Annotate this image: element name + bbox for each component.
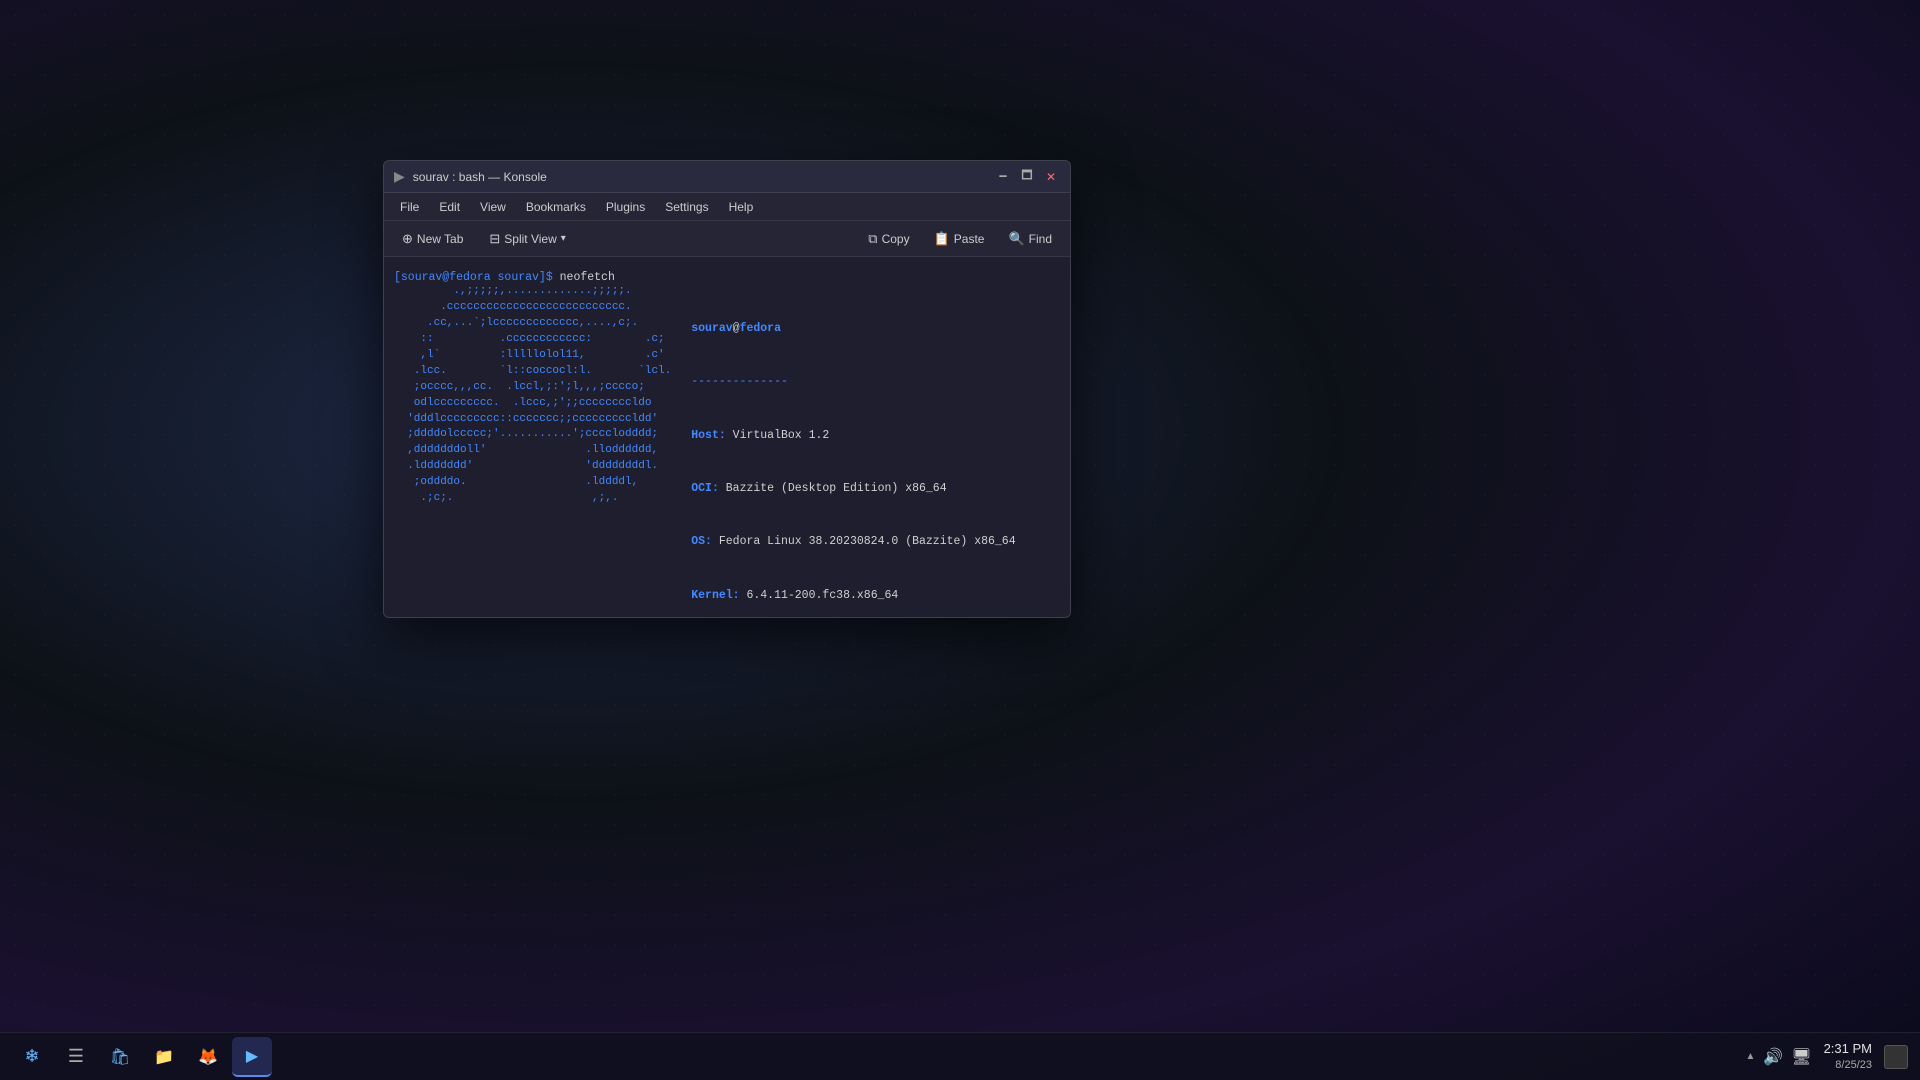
taskbar-left: ❄ ☰ 🛍 📁 🦊 ▶ bbox=[12, 1037, 272, 1077]
clock-date: 8/25/23 bbox=[1824, 1058, 1872, 1072]
clock-time: 2:31 PM bbox=[1824, 1041, 1872, 1058]
menu-edit[interactable]: Edit bbox=[431, 198, 468, 216]
new-tab-icon: ⊕ bbox=[402, 231, 413, 247]
command-text: neofetch bbox=[560, 271, 615, 284]
split-view-icon: ⊟ bbox=[489, 231, 500, 247]
task-manager-icon[interactable]: ☰ bbox=[56, 1037, 96, 1077]
paste-icon: 📋 bbox=[934, 231, 950, 247]
paste-label: Paste bbox=[954, 232, 985, 246]
desktop: ▶ sourav : bash — Konsole 🗕 🗖 ✕ File Edi… bbox=[0, 0, 1920, 1080]
menu-help[interactable]: Help bbox=[721, 198, 762, 216]
firefox-taskbar-icon[interactable]: 🦊 bbox=[188, 1037, 228, 1077]
neofetch-hostname: fedora bbox=[740, 322, 781, 335]
copy-label: Copy bbox=[882, 232, 910, 246]
split-view-button[interactable]: ⊟ Split View ▾ bbox=[479, 227, 575, 251]
taskbar: ❄ ☰ 🛍 📁 🦊 ▶ ▲ 🔊 🖥 2:31 PM 8/25/23 bbox=[0, 1032, 1920, 1080]
find-icon: 🔍 bbox=[1008, 231, 1024, 247]
label-kernel: Kernel: bbox=[691, 589, 746, 602]
show-desktop-button[interactable] bbox=[1884, 1045, 1908, 1069]
minimize-button[interactable]: 🗕 bbox=[994, 168, 1012, 186]
find-label: Find bbox=[1029, 232, 1052, 246]
konsole-window: ▶ sourav : bash — Konsole 🗕 🗖 ✕ File Edi… bbox=[383, 160, 1071, 618]
dolphin-taskbar-icon[interactable]: 📁 bbox=[144, 1037, 184, 1077]
neofetch-output: .,;;;;;,.............;;;;;. .ccccccccccc… bbox=[394, 284, 1060, 617]
neofetch-info-panel: sourav@fedora -------------- Host: Virtu… bbox=[691, 284, 1060, 617]
title-bar-controls: 🗕 🗖 ✕ bbox=[994, 168, 1060, 186]
label-oci: OCI: bbox=[691, 482, 726, 495]
menu-settings[interactable]: Settings bbox=[657, 198, 716, 216]
toolbar: ⊕ New Tab ⊟ Split View ▾ ⧉ Copy 📋 Paste bbox=[384, 221, 1070, 257]
new-tab-label: New Tab bbox=[417, 232, 463, 246]
terminal-content[interactable]: [sourav@fedora sourav]$ neofetch .,;;;;;… bbox=[384, 257, 1070, 617]
maximize-button[interactable]: 🗖 bbox=[1018, 168, 1036, 186]
command-line: [sourav@fedora sourav]$ neofetch bbox=[394, 271, 1060, 284]
menu-bar: File Edit View Bookmarks Plugins Setting… bbox=[384, 193, 1070, 221]
volume-icon[interactable]: 🔊 bbox=[1763, 1047, 1783, 1067]
value-oci: Bazzite (Desktop Edition) x86_64 bbox=[726, 482, 947, 495]
system-clock[interactable]: 2:31 PM 8/25/23 bbox=[1824, 1041, 1872, 1072]
value-os: Fedora Linux 38.20230824.0 (Bazzite) x86… bbox=[719, 535, 1016, 548]
kde-menu-icon[interactable]: ❄ bbox=[12, 1037, 52, 1077]
value-kernel: 6.4.11-200.fc38.x86_64 bbox=[746, 589, 898, 602]
taskbar-right: ▲ 🔊 🖥 2:31 PM 8/25/23 bbox=[1745, 1041, 1908, 1072]
copy-icon: ⧉ bbox=[868, 231, 877, 247]
display-icon[interactable]: 🖥 bbox=[1791, 1047, 1811, 1067]
label-host: Host: bbox=[691, 429, 732, 442]
value-host: VirtualBox 1.2 bbox=[733, 429, 830, 442]
copy-button[interactable]: ⧉ Copy bbox=[858, 227, 919, 251]
menu-plugins[interactable]: Plugins bbox=[598, 198, 653, 216]
discover-taskbar-icon[interactable]: 🛍 bbox=[100, 1037, 140, 1077]
label-os: OS: bbox=[691, 535, 719, 548]
neofetch-separator: -------------- bbox=[691, 375, 788, 388]
command-prompt-user: [sourav@fedora sourav]$ bbox=[394, 271, 553, 284]
new-tab-button[interactable]: ⊕ New Tab bbox=[392, 227, 473, 251]
system-tray: ▲ 🔊 🖥 bbox=[1745, 1047, 1811, 1067]
title-bar: ▶ sourav : bash — Konsole 🗕 🗖 ✕ bbox=[384, 161, 1070, 193]
konsole-title-icon: ▶ bbox=[394, 168, 405, 185]
paste-button[interactable]: 📋 Paste bbox=[924, 227, 995, 251]
menu-file[interactable]: File bbox=[392, 198, 427, 216]
title-bar-left: ▶ sourav : bash — Konsole bbox=[394, 168, 547, 185]
neofetch-username: sourav bbox=[691, 322, 732, 335]
toolbar-right: ⧉ Copy 📋 Paste 🔍 Find bbox=[858, 227, 1062, 251]
split-view-chevron-icon: ▾ bbox=[561, 233, 566, 244]
menu-bookmarks[interactable]: Bookmarks bbox=[518, 198, 594, 216]
split-view-label: Split View bbox=[504, 232, 556, 246]
find-button[interactable]: 🔍 Find bbox=[998, 227, 1062, 251]
menu-view[interactable]: View bbox=[472, 198, 514, 216]
neofetch-ascii-art: .,;;;;;,.............;;;;;. .ccccccccccc… bbox=[394, 284, 671, 617]
window-title: sourav : bash — Konsole bbox=[413, 170, 547, 184]
konsole-taskbar-icon[interactable]: ▶ bbox=[232, 1037, 272, 1077]
close-button[interactable]: ✕ bbox=[1042, 168, 1060, 186]
expand-tray-icon[interactable]: ▲ bbox=[1745, 1051, 1755, 1062]
